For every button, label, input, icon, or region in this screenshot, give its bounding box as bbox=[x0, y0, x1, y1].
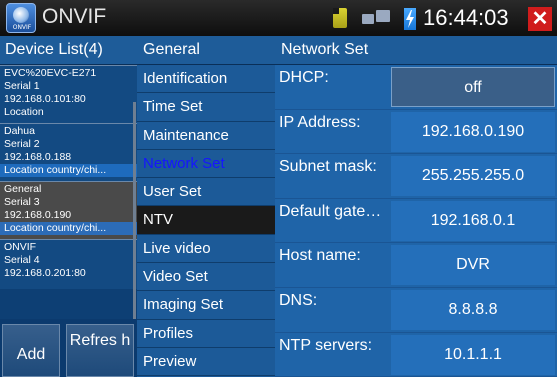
host-name-label: Host name: bbox=[279, 247, 361, 265]
ntp-servers-label: NTP servers: bbox=[279, 336, 373, 354]
menu-item-preview[interactable]: Preview bbox=[137, 348, 275, 377]
default-gateway-row: Default gate… 192.168.0.1 bbox=[275, 199, 557, 244]
device-ip: 192.168.0.201:80 bbox=[4, 267, 86, 279]
menu-item-live-video[interactable]: Live video bbox=[137, 235, 275, 264]
subnet-mask-field[interactable]: 255.255.255.0 bbox=[391, 156, 555, 197]
dns-field[interactable]: 8.8.8.8 bbox=[391, 289, 555, 330]
menu-item-maintenance[interactable]: Maintenance bbox=[137, 122, 275, 150]
menu-item-identification[interactable]: Identification bbox=[137, 65, 275, 94]
device-item-selected[interactable]: General Serial 3 192.168.0.190 Location … bbox=[0, 181, 137, 239]
ip-address-row: IP Address: 192.168.0.190 bbox=[275, 110, 557, 155]
network-header: Network Set bbox=[275, 36, 557, 65]
ip-address-field[interactable]: 192.168.0.190 bbox=[391, 111, 555, 152]
device-location: Location country/chi... bbox=[0, 222, 137, 235]
menu-item-user-set[interactable]: User Set bbox=[137, 178, 275, 207]
host-name-row: Host name: DVR bbox=[275, 243, 557, 288]
default-gateway-field[interactable]: 192.168.0.1 bbox=[391, 200, 555, 241]
battery-charging-icon bbox=[404, 8, 416, 30]
host-name-field[interactable]: DVR bbox=[391, 245, 555, 286]
device-list-buttons: Add Refres h bbox=[0, 319, 137, 377]
ntp-servers-field[interactable]: 10.1.1.1 bbox=[391, 334, 555, 375]
logo-text: ONVIF bbox=[12, 24, 32, 31]
device-item[interactable]: ONVIF Serial 4 192.168.0.201:80 bbox=[0, 239, 137, 289]
refresh-button[interactable]: Refres h bbox=[66, 324, 134, 377]
clock: 16:44:03 bbox=[423, 5, 509, 30]
menu-item-video-set[interactable]: Video Set bbox=[137, 263, 275, 292]
network-set-panel: Network Set DHCP: off IP Address: 192.16… bbox=[275, 36, 557, 377]
sd-card-icon bbox=[333, 8, 347, 28]
dhcp-row: DHCP: off bbox=[275, 65, 557, 110]
app-title: ONVIF bbox=[42, 5, 107, 28]
device-ip: 192.168.0.188 bbox=[4, 151, 72, 163]
dns-row: DNS: 8.8.8.8 bbox=[275, 288, 557, 333]
close-icon[interactable]: ✕ bbox=[528, 7, 552, 31]
subnet-mask-row: Subnet mask: 255.255.255.0 bbox=[275, 154, 557, 199]
device-name: ONVIF bbox=[4, 241, 37, 253]
device-item[interactable]: Dahua Serial 2 192.168.0.188 Location co… bbox=[0, 123, 137, 181]
menu-item-imaging-set[interactable]: Imaging Set bbox=[137, 291, 275, 320]
device-list-scrollbar[interactable] bbox=[133, 102, 136, 352]
device-serial: Serial 4 bbox=[4, 254, 40, 266]
dhcp-toggle[interactable]: off bbox=[391, 67, 555, 107]
dhcp-label: DHCP: bbox=[279, 69, 329, 86]
ip-address-label: IP Address: bbox=[279, 113, 361, 131]
device-serial: Serial 2 bbox=[4, 138, 40, 150]
dns-label: DNS: bbox=[279, 291, 318, 309]
device-serial: Serial 3 bbox=[4, 196, 40, 208]
device-item[interactable]: EVC%20EVC-E271 Serial 1 192.168.0.101:80… bbox=[0, 65, 137, 123]
device-ip: 192.168.0.190 bbox=[4, 209, 72, 221]
network-icon bbox=[362, 10, 390, 26]
device-name: Dahua bbox=[4, 125, 35, 137]
menu-item-network-set[interactable]: Network Set bbox=[137, 150, 275, 179]
device-list-header: Device List(4) bbox=[0, 36, 137, 65]
add-button[interactable]: Add bbox=[2, 324, 60, 377]
device-list-panel: Device List(4) EVC%20EVC-E271 Serial 1 1… bbox=[0, 36, 137, 377]
device-ip: 192.168.0.101:80 bbox=[4, 93, 86, 105]
onvif-logo-icon: ONVIF bbox=[6, 3, 36, 33]
device-name: EVC%20EVC-E271 bbox=[4, 67, 97, 79]
device-name: General bbox=[4, 183, 42, 195]
menu-item-time-set[interactable]: Time Set bbox=[137, 93, 275, 122]
menu-item-profiles[interactable]: Profiles bbox=[137, 320, 275, 348]
ntp-servers-row: NTP servers: 10.1.1.1 bbox=[275, 333, 557, 377]
menu-item-ntv[interactable]: NTV bbox=[137, 206, 275, 235]
device-serial: Serial 1 bbox=[4, 80, 40, 92]
default-gateway-label: Default gate… bbox=[279, 202, 382, 220]
device-location: Location country/chi... bbox=[0, 164, 137, 177]
top-bar: ONVIF ONVIF 16:44:03 ✕ bbox=[0, 0, 557, 36]
menu-header: General bbox=[137, 36, 275, 65]
logo-globe-icon bbox=[13, 7, 29, 23]
subnet-mask-label: Subnet mask: bbox=[279, 158, 377, 176]
settings-menu: General Identification Time Set Maintena… bbox=[137, 36, 275, 377]
device-location: Location bbox=[4, 106, 44, 118]
